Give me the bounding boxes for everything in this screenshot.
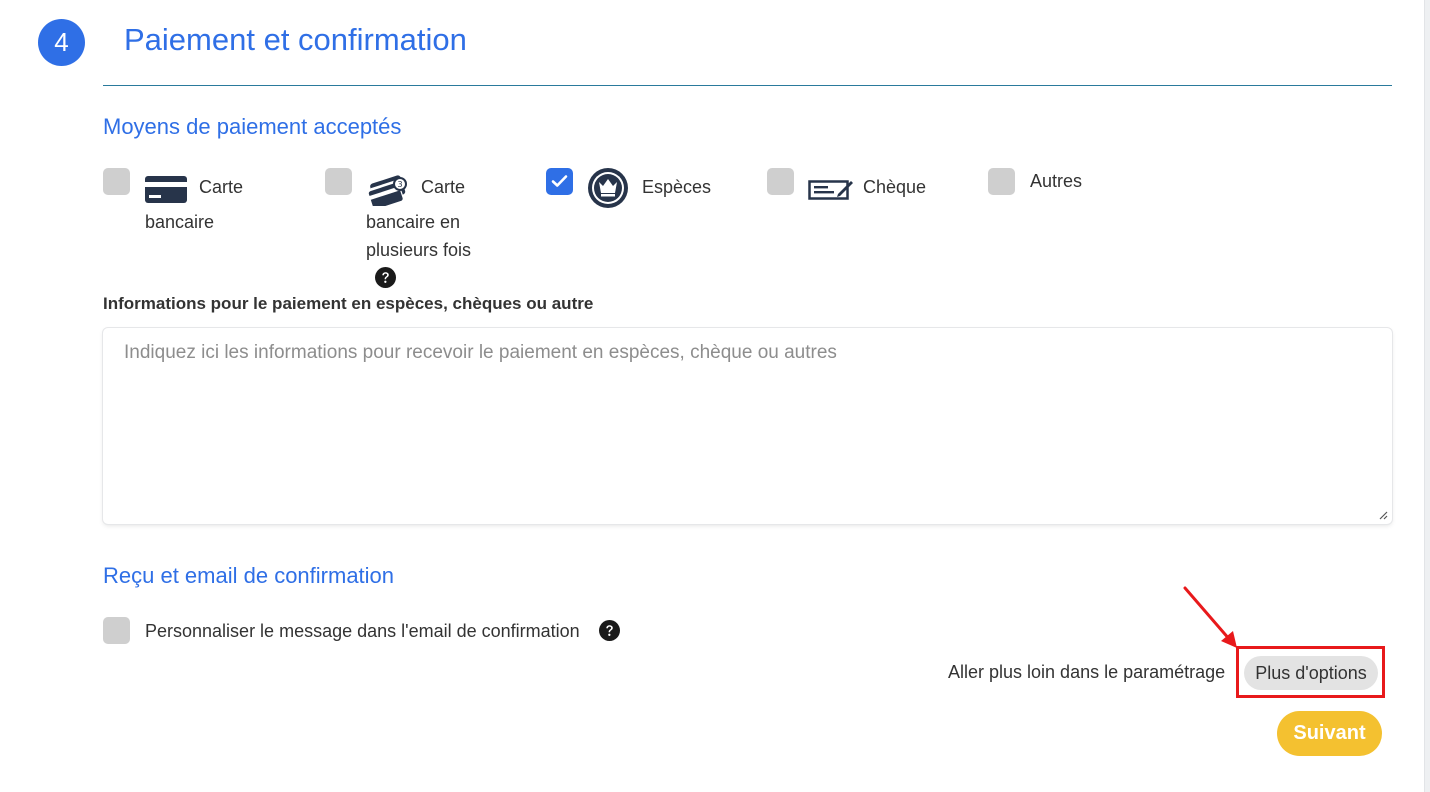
checkbox-cheque[interactable] [767, 168, 794, 195]
checkbox-autres[interactable] [988, 168, 1015, 195]
customize-message-label: Personnaliser le message dans l'email de… [145, 621, 580, 641]
method-label: Chèque [863, 177, 927, 197]
method-label: Autres [1030, 171, 1083, 191]
crown-coin-icon [588, 168, 628, 208]
payment-methods-title: Moyens de paiement acceptés [103, 114, 402, 139]
method-label: Carte [421, 177, 466, 197]
confirmation-section-title: Reçu et email de confirmation [103, 563, 395, 588]
checkbox-carte-bancaire[interactable] [103, 168, 130, 195]
resize-handle-icon[interactable] [1378, 510, 1388, 520]
check-paper-icon [808, 180, 853, 200]
multiple-cards-icon: 3 [367, 175, 407, 206]
method-label: bancaire [145, 212, 215, 232]
step-panel: 4 Paiement et confirmation Moyens de pai… [0, 0, 1425, 792]
next-button[interactable]: Suivant [1277, 711, 1382, 756]
question-circle-icon[interactable] [375, 267, 396, 288]
checkbox-customize-message[interactable] [103, 617, 130, 644]
page-title: Paiement et confirmation [124, 22, 467, 57]
payment-info-label: Informations pour le paiement en espèces… [103, 294, 594, 313]
checkbox-carte-plusieurs-fois[interactable] [325, 168, 352, 195]
checkbox-especes[interactable] [546, 168, 573, 195]
payment-info-textarea[interactable] [103, 328, 1392, 524]
credit-card-icon [145, 176, 187, 203]
method-label: Carte [199, 177, 244, 197]
method-label: plusieurs fois [366, 240, 472, 260]
title-divider [103, 85, 1392, 86]
method-label: Espèces [642, 177, 712, 197]
step-number-badge: 4 [38, 19, 85, 66]
question-circle-icon[interactable] [599, 620, 620, 641]
highlight-annotation-box [1236, 646, 1385, 698]
advanced-settings-label: Aller plus loin dans le paramétrage [948, 662, 1226, 682]
checkmark-icon [551, 175, 568, 187]
svg-text:3: 3 [397, 180, 402, 189]
annotation-arrow-icon [1183, 586, 1237, 648]
method-label: bancaire en [366, 212, 461, 232]
